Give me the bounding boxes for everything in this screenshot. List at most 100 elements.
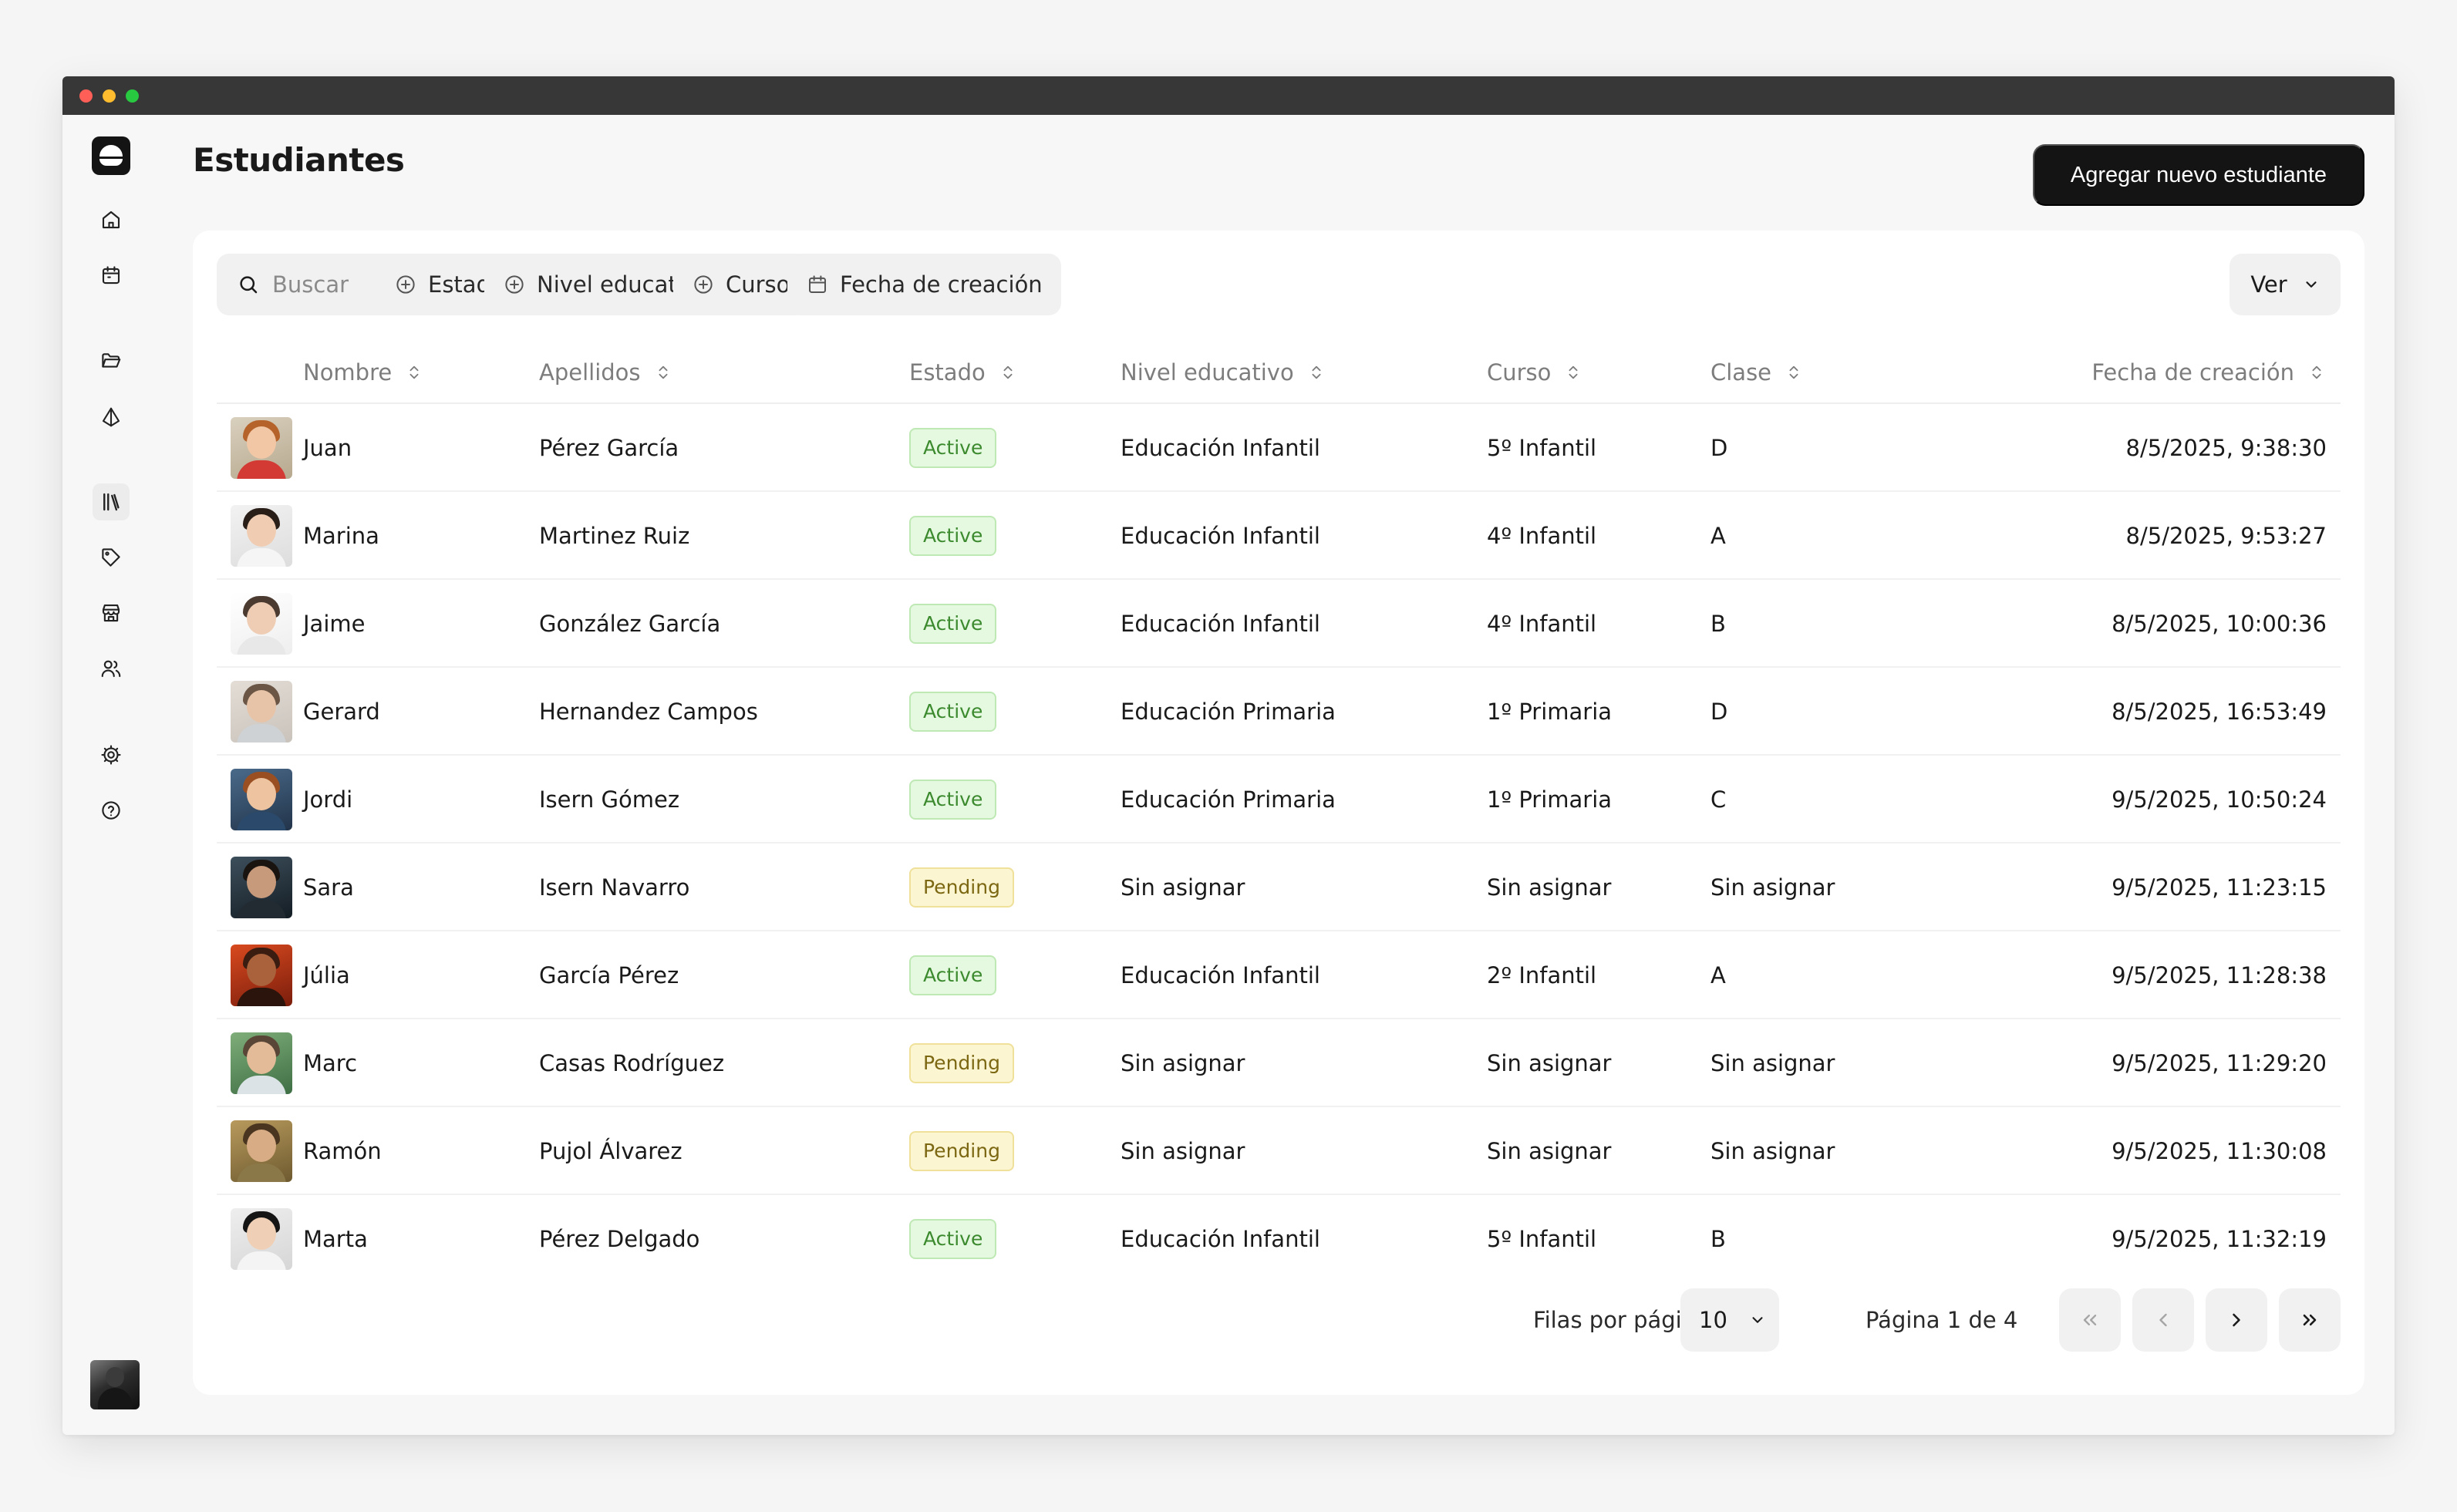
rows-per-page-select[interactable]: 10 [1680, 1288, 1779, 1352]
table-row[interactable]: Júlia García Pérez Active Educación Infa… [217, 931, 2341, 1019]
folder-icon[interactable] [93, 342, 130, 379]
users-icon[interactable] [93, 650, 130, 687]
cell-fecha: 9/5/2025, 11:28:38 [2112, 962, 2327, 988]
cell-fecha: 8/5/2025, 9:38:30 [2125, 435, 2327, 461]
column-label: Estado [909, 359, 986, 386]
home-icon[interactable] [93, 201, 130, 238]
student-avatar [231, 769, 292, 830]
view-label: Ver [2250, 271, 2287, 298]
shapes-icon[interactable] [93, 399, 130, 436]
add-student-button[interactable]: Agregar nuevo estudiante [2033, 144, 2364, 206]
cell-apellidos: Isern Gómez [539, 786, 680, 813]
student-avatar [231, 1120, 292, 1182]
column-header-estado[interactable]: Estado [909, 341, 1016, 404]
cell-fecha: 9/5/2025, 11:30:08 [2112, 1138, 2327, 1164]
cell-nombre: Marta [303, 1226, 368, 1252]
cell-nombre: Júlia [303, 962, 350, 988]
store-icon[interactable] [93, 594, 130, 631]
column-header-curso[interactable]: Curso [1487, 341, 1582, 404]
cell-clase: B [1710, 1226, 1726, 1252]
close-window-button[interactable] [79, 89, 93, 103]
library-icon[interactable] [93, 483, 130, 520]
calendar-icon[interactable] [93, 257, 130, 294]
column-header-nombre[interactable]: Nombre [303, 341, 423, 404]
sort-icon [1003, 365, 1013, 379]
cell-clase: C [1710, 786, 1727, 813]
status-badge: Pending [909, 1131, 1014, 1171]
sort-icon [2312, 365, 2321, 379]
sort-icon [1312, 365, 1321, 379]
window-titlebar [62, 76, 2395, 115]
help-icon[interactable] [93, 792, 130, 829]
status-badge: Pending [909, 1043, 1014, 1083]
cell-fecha: 8/5/2025, 9:53:27 [2125, 523, 2327, 549]
user-avatar[interactable] [90, 1360, 140, 1409]
cell-clase: B [1710, 611, 1726, 637]
cell-estado: Active [909, 580, 997, 668]
maximize-window-button[interactable] [126, 89, 139, 103]
app-window: Estudiantes Agregar nuevo estudiante Est… [62, 76, 2395, 1435]
chevron-right-icon [2233, 1313, 2240, 1327]
cell-curso: Sin asignar [1487, 1050, 1612, 1076]
view-options-button[interactable]: Ver [2230, 254, 2341, 315]
column-header-apellidos[interactable]: Apellidos [539, 341, 672, 404]
cell-curso: 1º Primaria [1487, 786, 1613, 813]
filter-fecha-button[interactable]: Fecha de creación [787, 254, 1061, 315]
students-table: Nombre Apellidos Estado Nivel educativo … [217, 341, 2341, 1283]
sort-icon [1789, 365, 1798, 379]
first-page-button[interactable] [2059, 1288, 2121, 1352]
cell-curso: Sin asignar [1487, 1138, 1612, 1164]
table-row[interactable]: Jaime González García Active Educación I… [217, 580, 2341, 668]
sort-icon [659, 365, 668, 379]
previous-page-button[interactable] [2132, 1288, 2194, 1352]
pagination: Filas por página 10 Página 1 de 4 [193, 1288, 2364, 1352]
table-row[interactable]: Marta Pérez Delgado Active Educación Inf… [217, 1195, 2341, 1283]
app-logo[interactable] [92, 136, 130, 175]
table-row[interactable]: Gerard Hernandez Campos Active Educación… [217, 668, 2341, 756]
student-avatar [231, 857, 292, 918]
cell-clase: Sin asignar [1710, 1138, 1835, 1164]
cell-nombre: Jaime [303, 611, 366, 637]
cell-apellidos: Pérez García [539, 435, 679, 461]
cell-curso: 4º Infantil [1487, 523, 1597, 549]
cell-fecha: 8/5/2025, 16:53:49 [2112, 699, 2327, 725]
cell-clase: A [1710, 523, 1726, 549]
chevron-down-icon [2306, 281, 2317, 288]
plus-circle-icon [505, 275, 524, 294]
settings-icon[interactable] [93, 736, 130, 773]
cell-estado: Active [909, 668, 997, 756]
table-row[interactable]: Marc Casas Rodríguez Pending Sin asignar… [217, 1019, 2341, 1107]
cell-fecha: 9/5/2025, 11:23:15 [2112, 874, 2327, 901]
column-header-fecha-creacion[interactable]: Fecha de creación [2091, 341, 2325, 404]
rows-per-page-value: 10 [1699, 1307, 1727, 1333]
table-row[interactable]: Jordi Isern Gómez Active Educación Prima… [217, 756, 2341, 844]
column-label: Curso [1487, 359, 1552, 386]
cell-estado: Active [909, 404, 997, 492]
cell-nivel: Educación Primaria [1121, 786, 1336, 813]
minimize-window-button[interactable] [103, 89, 116, 103]
cell-fecha: 9/5/2025, 11:29:20 [2112, 1050, 2327, 1076]
cell-clase: D [1710, 699, 1728, 725]
cell-curso: 1º Primaria [1487, 699, 1613, 725]
next-page-button[interactable] [2206, 1288, 2267, 1352]
cell-nombre: Marc [303, 1050, 358, 1076]
table-row[interactable]: Juan Pérez García Active Educación Infan… [217, 404, 2341, 492]
table-row[interactable]: Sara Isern Navarro Pending Sin asignar S… [217, 844, 2341, 931]
cell-nivel: Sin asignar [1121, 1050, 1245, 1076]
status-badge: Active [909, 780, 997, 820]
chevron-left-icon [2159, 1313, 2167, 1327]
student-avatar [231, 505, 292, 567]
column-header-clase[interactable]: Clase [1710, 341, 1802, 404]
tag-icon[interactable] [93, 539, 130, 576]
sort-icon [1569, 365, 1578, 379]
column-header-nivel-educativo[interactable]: Nivel educativo [1121, 341, 1325, 404]
students-card: Estado Nivel educativo Curso Fecha de cr… [193, 231, 2364, 1395]
last-page-button[interactable] [2279, 1288, 2341, 1352]
sort-icon [410, 365, 419, 379]
cell-curso: Sin asignar [1487, 874, 1612, 901]
status-badge: Active [909, 604, 997, 644]
table-row[interactable]: Ramón Pujol Álvarez Pending Sin asignar … [217, 1107, 2341, 1195]
table-row[interactable]: Marina Martinez Ruiz Active Educación In… [217, 492, 2341, 580]
cell-apellidos: Pujol Álvarez [539, 1138, 682, 1164]
cell-curso: 2º Infantil [1487, 962, 1597, 988]
